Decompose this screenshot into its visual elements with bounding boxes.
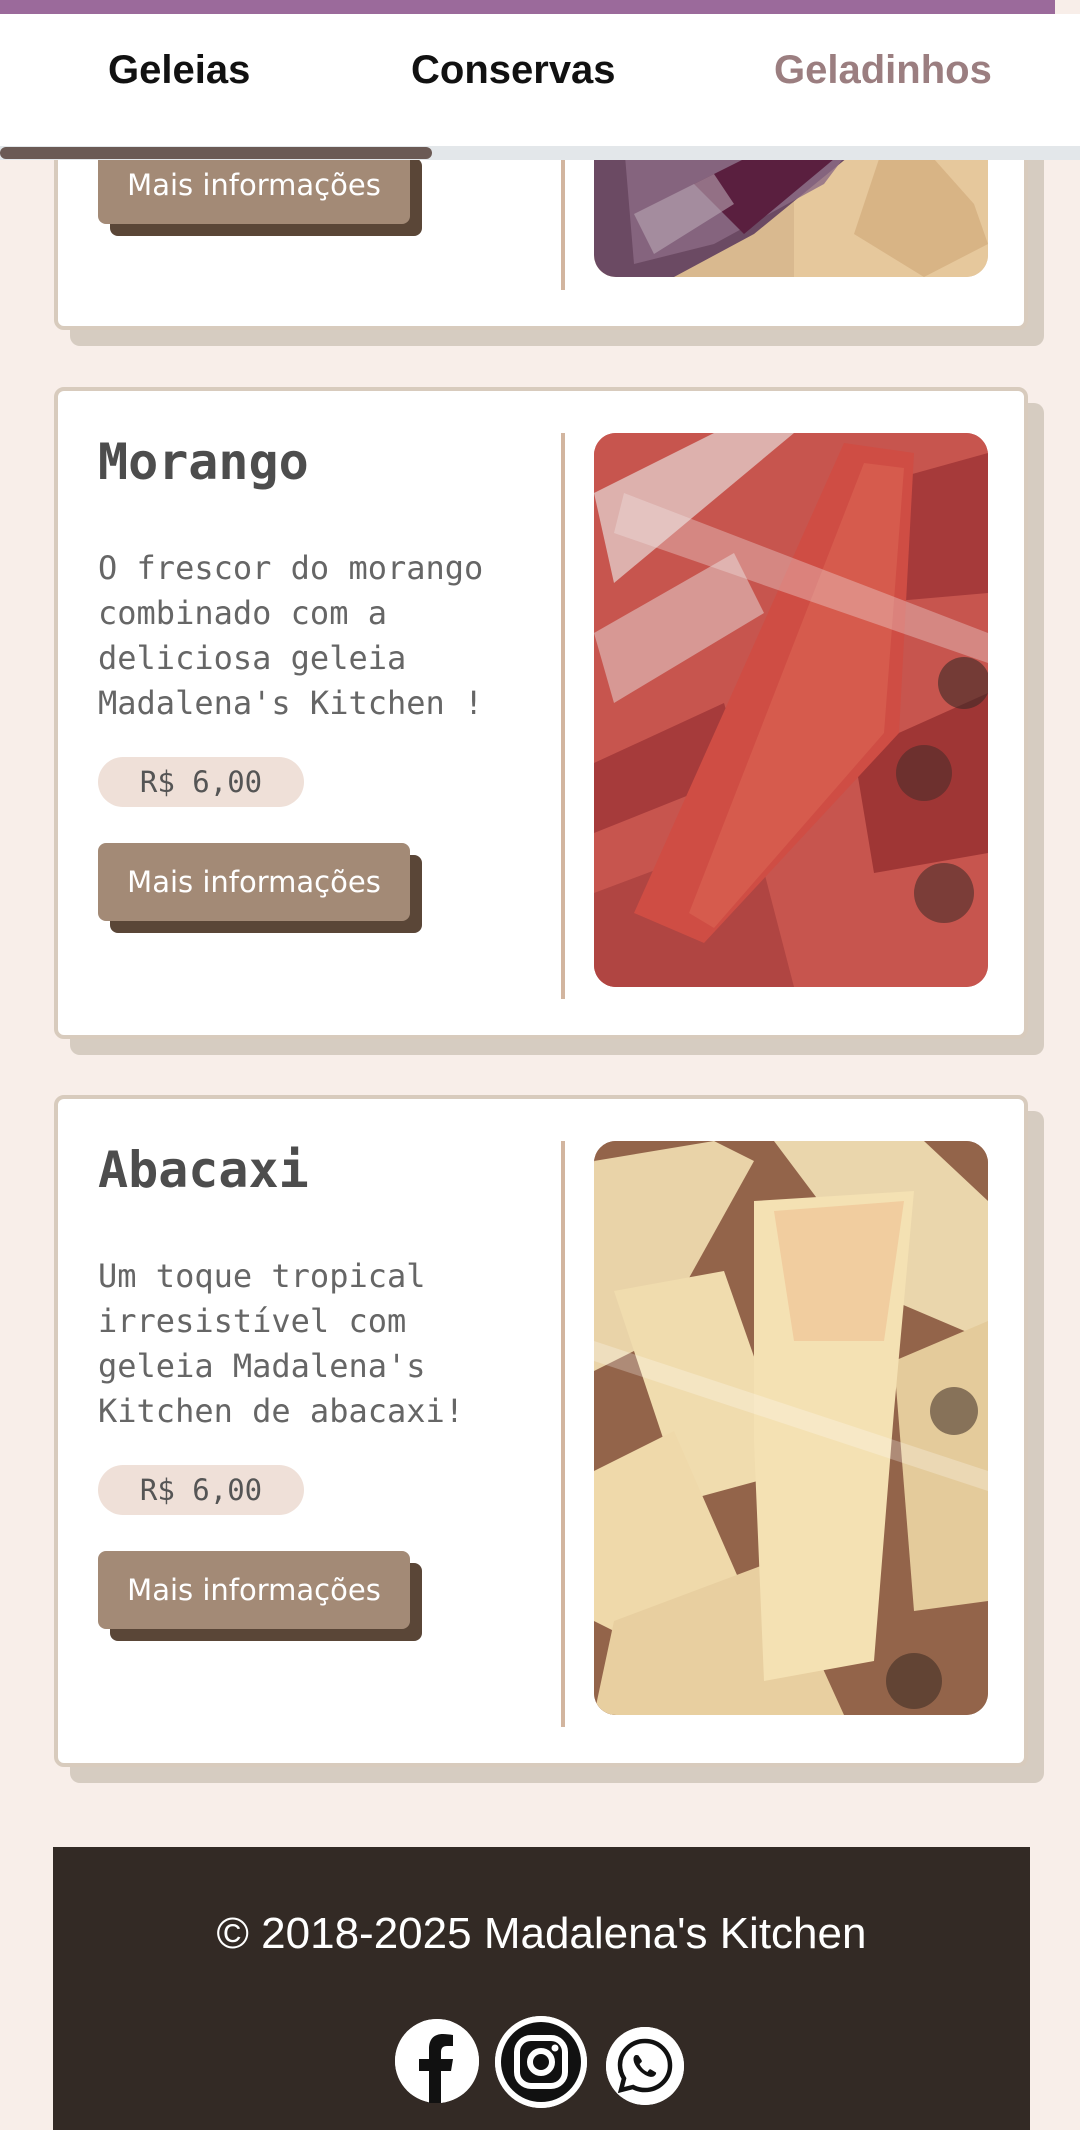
- more-info-button-wrap: Mais informações: [98, 843, 422, 933]
- price-badge: R$ 6,00: [98, 757, 304, 807]
- facebook-icon[interactable]: [395, 2019, 479, 2103]
- price-badge: R$ 6,00: [98, 1465, 304, 1515]
- site-footer: © 2018-2025 Madalena's Kitchen: [53, 1847, 1030, 2130]
- product-title: Morango: [98, 433, 309, 491]
- product-card-morango: Morango O frescor do morango combinado c…: [54, 387, 1028, 1039]
- tab-conservas[interactable]: Conservas: [411, 48, 616, 93]
- instagram-icon[interactable]: [495, 2016, 587, 2108]
- more-info-button[interactable]: Mais informações: [98, 843, 410, 921]
- tab-scroll-indicator[interactable]: [0, 147, 432, 159]
- whatsapp-icon[interactable]: [606, 2027, 684, 2105]
- strawberry-popsicle-photo: [594, 433, 988, 987]
- card-divider: [561, 433, 565, 999]
- pineapple-popsicle-photo: [594, 1141, 988, 1715]
- product-title: Abacaxi: [98, 1141, 309, 1199]
- product-card-abacaxi: Abacaxi Um toque tropical irresistível c…: [54, 1095, 1028, 1767]
- category-tabs: Geleias Conservas Geladinhos: [0, 14, 1080, 160]
- tab-geladinhos[interactable]: Geladinhos: [774, 48, 992, 93]
- card-divider: [561, 1141, 565, 1727]
- top-accent-bar: [0, 0, 1055, 14]
- tab-geleias[interactable]: Geleias: [108, 48, 250, 93]
- copyright-text: © 2018-2025 Madalena's Kitchen: [216, 1909, 867, 1958]
- more-info-button-wrap: Mais informações: [98, 1551, 422, 1641]
- product-description: O frescor do morango combinado com a del…: [98, 549, 484, 722]
- product-description: Um toque tropical irresistível com gelei…: [98, 1257, 465, 1430]
- more-info-button[interactable]: Mais informações: [98, 1551, 410, 1629]
